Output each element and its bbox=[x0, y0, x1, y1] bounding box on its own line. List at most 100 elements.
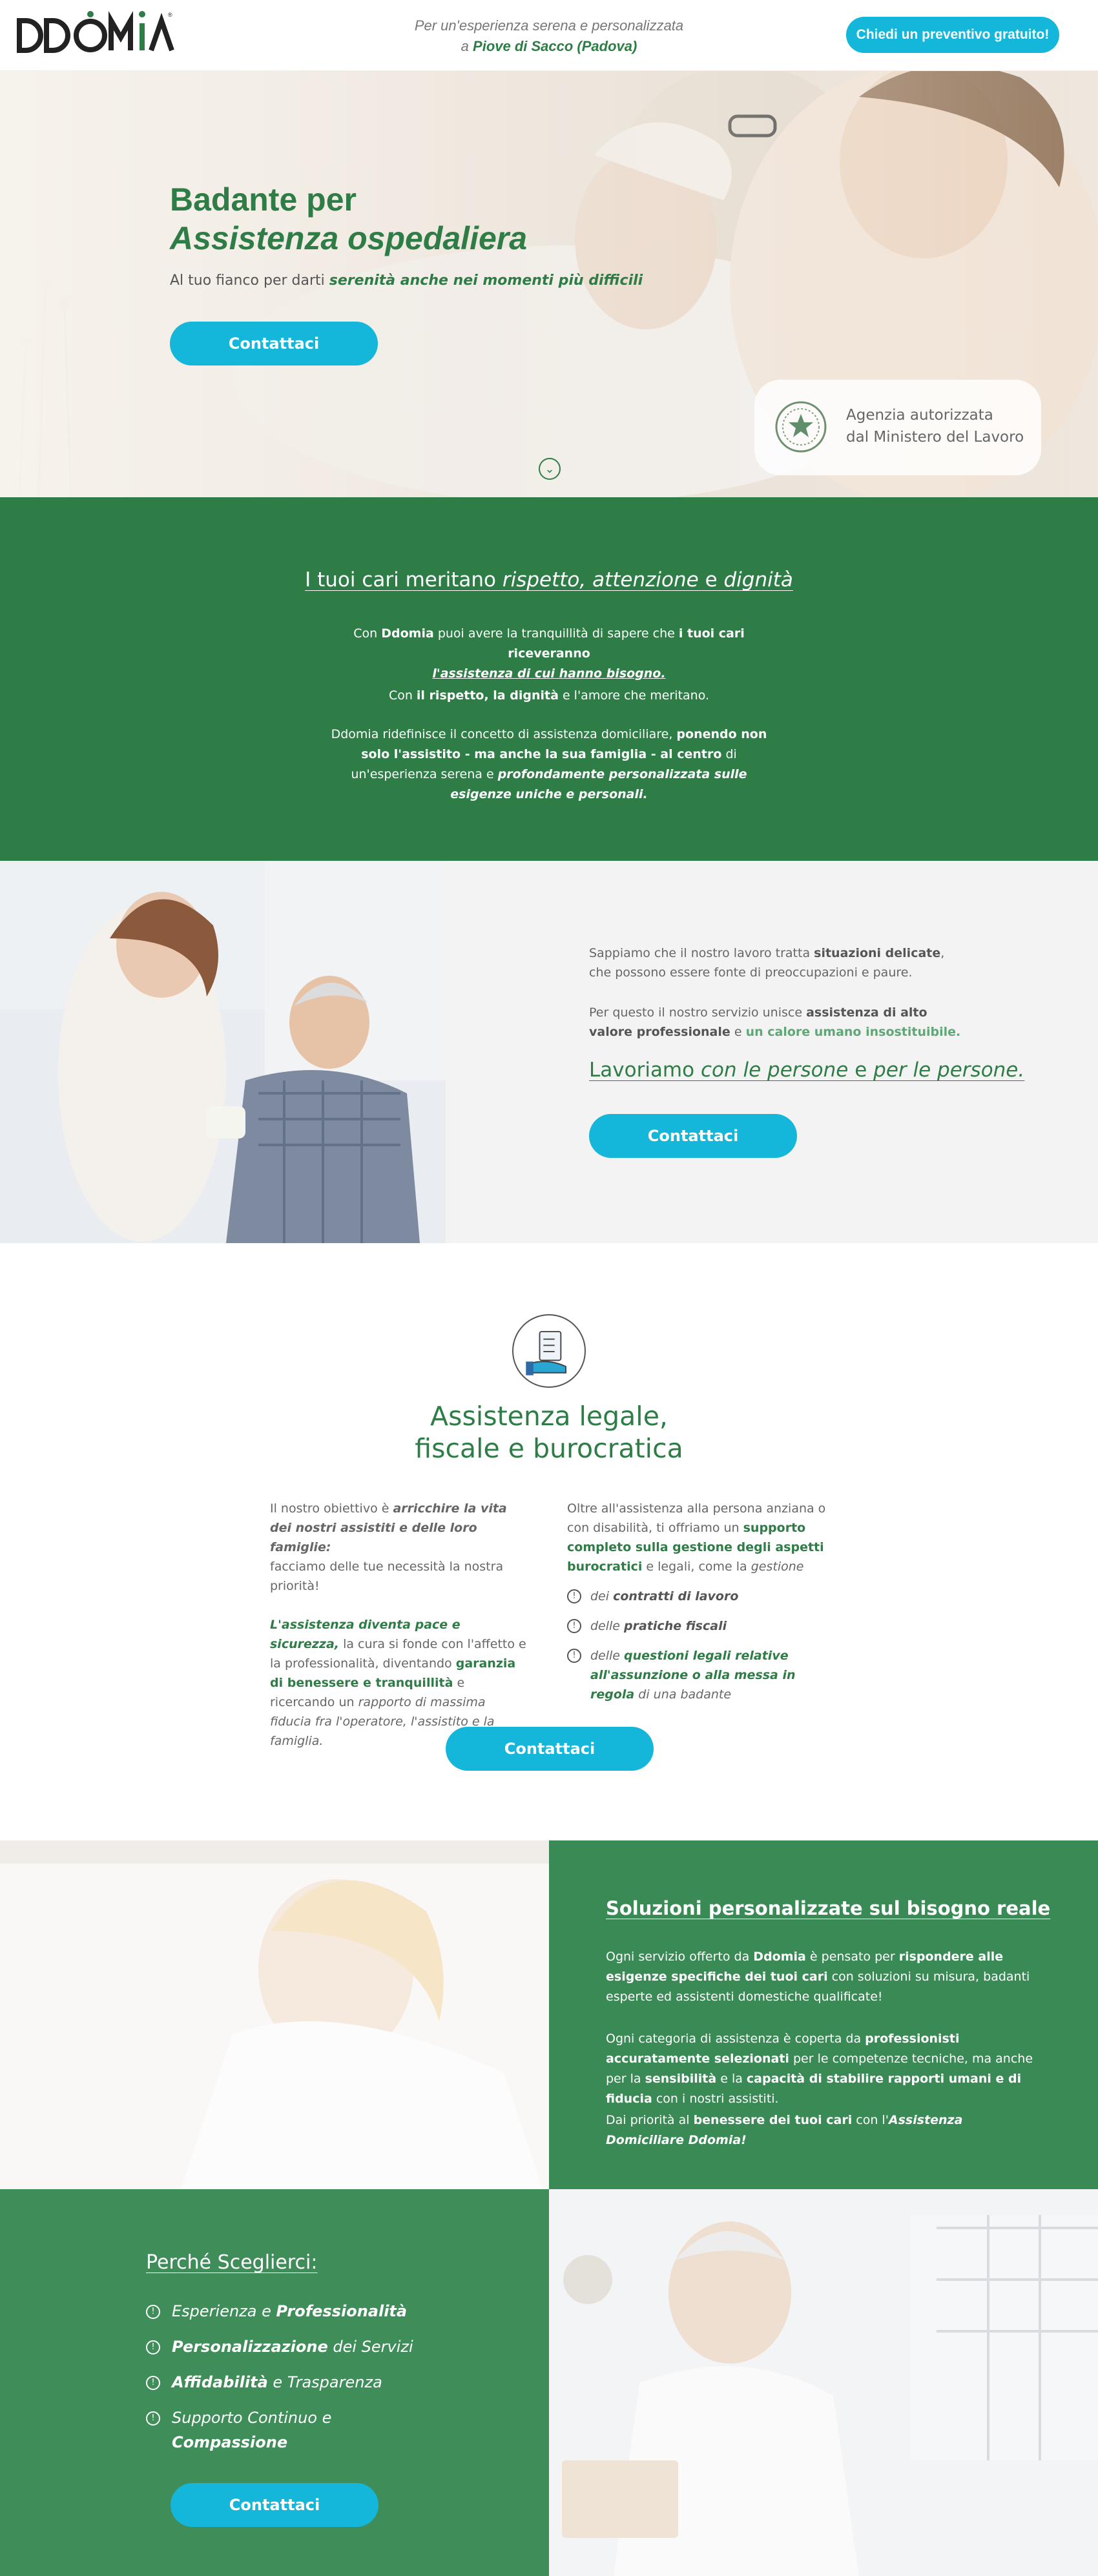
text: gestione bbox=[751, 1560, 804, 1574]
tagline-location: Piove di Sacco (Padova) bbox=[473, 38, 637, 54]
list-item: ! delle questioni legali relative all'ass… bbox=[567, 1646, 838, 1704]
custom-solutions-section: Soluzioni personalizzate sul bisogno rea… bbox=[549, 1840, 1098, 2189]
hero-section: Badante per Assistenza ospedaliera Al tu… bbox=[0, 71, 1098, 497]
text: Ogni servizio offerto da bbox=[606, 1950, 750, 1964]
text: Supporto Continuo bbox=[172, 2409, 318, 2427]
custom-solutions-title: Soluzioni personalizzate sul bisogno rea… bbox=[606, 1897, 1051, 1919]
reason-item: ! Supporto Continuo e Compassione bbox=[146, 2406, 417, 2455]
hero-contact-button[interactable]: Contattaci bbox=[170, 322, 378, 366]
text: puoi avere la tranquillità di sapere che bbox=[437, 626, 675, 641]
text: Professionalità bbox=[276, 2302, 408, 2320]
ddomia-logo[interactable]: ® bbox=[14, 6, 176, 65]
intro-title-prefix: I tuoi cari meritano bbox=[305, 568, 496, 592]
text: benessere dei tuoi cari bbox=[693, 2113, 853, 2127]
intro-title: I tuoi cari meritano rispetto, attenzion… bbox=[0, 568, 1098, 592]
list-item: ! delle pratiche fiscali bbox=[567, 1616, 838, 1636]
photo-illustration bbox=[0, 1840, 549, 2189]
custom-solutions-paragraph-1: Ogni servizio offerto da Ddomia è pensat… bbox=[606, 1947, 1045, 2007]
badge-text: Agenzia autorizzata dal Ministero del La… bbox=[846, 404, 1024, 448]
text: dei Servizi bbox=[327, 2338, 413, 2356]
text: delle bbox=[590, 1649, 620, 1663]
italian-emblem-icon bbox=[775, 401, 827, 453]
text: Ddomia bbox=[381, 626, 434, 641]
photo-illustration bbox=[0, 861, 446, 1243]
photo-illustration bbox=[549, 2189, 1098, 2576]
text: con le persone bbox=[700, 1058, 849, 1082]
tagline-prefix: a bbox=[461, 38, 469, 54]
intro-paragraph-1: Con Ddomia puoi avere la tranquillità di… bbox=[323, 624, 775, 684]
legal-title-line1: Assistenza legale, bbox=[430, 1401, 668, 1432]
text: profondamente personalizzata sulle esige… bbox=[450, 767, 747, 801]
hero-title-line1: Badante per bbox=[170, 181, 357, 218]
intro-title-em2: dignità bbox=[723, 568, 793, 592]
text: con i nostri assistiti. bbox=[656, 2092, 779, 2106]
legal-contact-button[interactable]: Contattaci bbox=[446, 1727, 654, 1771]
text: di una badante bbox=[638, 1687, 732, 1702]
text: Esperienza bbox=[172, 2302, 257, 2320]
text: Ddomia ridefinisce il concetto di assist… bbox=[331, 727, 673, 741]
text: situazioni delicate bbox=[814, 946, 941, 960]
text: e Trasparenza bbox=[267, 2373, 382, 2391]
text: facciamo delle tue necessità la nostra p… bbox=[270, 1560, 504, 1593]
text: l'assistenza di cui hanno bisogno. bbox=[432, 666, 666, 681]
intro-section: I tuoi cari meritano rispetto, attenzion… bbox=[0, 497, 1098, 861]
hero-subtitle-emphasis: serenità anche nei momenti più difficili bbox=[329, 273, 643, 289]
text: delle bbox=[590, 1619, 620, 1633]
text: un calore umano insostituibile. bbox=[745, 1025, 961, 1039]
list-bullet-icon: ! bbox=[146, 2305, 160, 2319]
text: con l' bbox=[856, 2113, 889, 2127]
text: è pensato per bbox=[809, 1950, 895, 1964]
text: Dai priorità al bbox=[606, 2113, 690, 2127]
legal-title-line2: fiscale e burocratica bbox=[415, 1433, 683, 1464]
text: Con bbox=[353, 626, 378, 641]
list-bullet-icon: ! bbox=[567, 1619, 581, 1633]
custom-solutions-paragraph-3: Dai priorità al benessere dei tuoi cari … bbox=[606, 2110, 1045, 2150]
text: Il nostro obiettivo è bbox=[270, 1501, 389, 1516]
values-paragraph-1: Sappiamo che il nostro lavoro tratta sit… bbox=[589, 943, 970, 982]
text: Ogni categoria di assistenza è coperta d… bbox=[606, 2032, 862, 2046]
badge-line2: dal Ministero del Lavoro bbox=[846, 429, 1024, 446]
site-header: ® Per un'esperienza serena e personalizz… bbox=[0, 0, 1098, 71]
text: e bbox=[855, 1058, 867, 1082]
list-item: ! dei contratti di lavoro bbox=[567, 1587, 838, 1606]
ministry-badge: Agenzia autorizzata dal Ministero del La… bbox=[754, 380, 1041, 475]
values-paragraph-2: Per questo il nostro servizio unisce ass… bbox=[589, 1003, 970, 1042]
intro-paragraph-2: Con il rispetto, la dignità e l'amore ch… bbox=[323, 686, 775, 706]
custom-solutions-paragraph-2: Ogni categoria di assistenza è coperta d… bbox=[606, 2029, 1045, 2109]
text: Compassione bbox=[172, 2433, 288, 2451]
elderly-woman-photo bbox=[549, 2189, 1098, 2576]
hero-title-line2: Assistenza ospedaliera bbox=[170, 220, 528, 256]
why-choose-us-section: Perché Sceglierci: ! Esperienza e Profess… bbox=[0, 2189, 549, 2576]
why-choose-us-contact-button[interactable]: Contattaci bbox=[171, 2483, 378, 2527]
list-bullet-icon: ! bbox=[567, 1589, 581, 1603]
reason-item: ! Personalizzazione dei Servizi bbox=[146, 2334, 417, 2359]
header-tagline: Per un'esperienza serena e personalizzat… bbox=[362, 15, 736, 57]
intro-paragraph-3: Ddomia ridefinisce il concetto di assist… bbox=[323, 725, 775, 805]
text: sensibilità bbox=[645, 2072, 717, 2086]
text: e bbox=[256, 2302, 276, 2320]
text: Sappiamo che il nostro lavoro tratta bbox=[589, 946, 811, 960]
badge-line1: Agenzia autorizzata bbox=[846, 407, 993, 424]
quote-request-button[interactable]: Chiedi un preventivo gratuito! bbox=[846, 17, 1059, 53]
svg-text:®: ® bbox=[168, 12, 172, 18]
values-section: Sappiamo che il nostro lavoro tratta sit… bbox=[446, 861, 1098, 1243]
reason-item: ! Affidabilità e Trasparenza bbox=[146, 2370, 417, 2395]
hero-subtitle: Al tuo fianco per darti serenità anche n… bbox=[170, 273, 643, 289]
tagline-line1: Per un'esperienza serena e personalizzat… bbox=[414, 17, 684, 34]
legal-checklist-icon bbox=[512, 1314, 586, 1388]
text: Lavoriamo bbox=[589, 1058, 695, 1082]
values-contact-button[interactable]: Contattaci bbox=[589, 1114, 797, 1158]
intro-title-mid: e bbox=[705, 568, 718, 592]
text: e legali, come la bbox=[646, 1560, 747, 1574]
legal-column-1: Il nostro obiettivo è arricchire la vita… bbox=[270, 1499, 528, 1751]
text: contratti di lavoro bbox=[613, 1589, 739, 1603]
why-choose-us-title: Perché Sceglierci: bbox=[146, 2251, 318, 2274]
text: il rispetto, la dignità bbox=[416, 688, 559, 703]
hero-subtitle-prefix: Al tuo fianco per darti bbox=[170, 273, 325, 289]
scroll-down-icon[interactable]: ⌄ bbox=[539, 458, 561, 480]
text: per le persone. bbox=[873, 1058, 1025, 1082]
text: Personalizzazione bbox=[172, 2338, 328, 2356]
intro-title-em1: rispetto, attenzione bbox=[502, 568, 699, 592]
text: e bbox=[317, 2409, 332, 2427]
text: Ddomia bbox=[753, 1950, 806, 1964]
